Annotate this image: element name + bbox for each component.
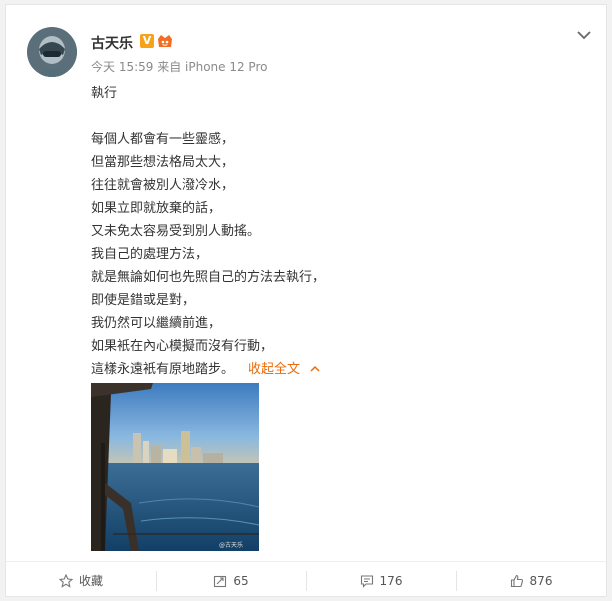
post-line: 執行 <box>91 86 118 101</box>
verified-badge-icon: V <box>140 34 154 48</box>
like-count: 876 <box>529 573 553 588</box>
post-line: 就是無論如何也先照自己的方法去執行， <box>91 270 326 285</box>
weibo-post-card: 古天乐 V 今天 15:59 来自 iPhone 12 Pro 執行 每個人都會… <box>5 4 607 597</box>
post-line: 又未免太容易受到別人動搖。 <box>91 224 261 239</box>
post-meta: 今天 15:59 来自 iPhone 12 Pro <box>91 60 268 74</box>
post-line: 如果衹在內心模擬而沒有行動， <box>91 339 274 354</box>
comment-icon <box>360 574 373 588</box>
repost-icon <box>214 575 227 587</box>
post-line: 往往就會被別人潑冷水， <box>91 178 235 193</box>
member-badge-icon <box>156 33 174 49</box>
post-body: 執行 每個人都會有一些靈感， 但當那些想法格局太大， 往往就會被別人潑冷水， 如… <box>91 82 571 381</box>
post-photo[interactable]: @古天乐 <box>91 383 259 551</box>
action-bar: 收藏 65 176 876 <box>6 561 606 599</box>
post-line-last: 這樣永遠衹有原地踏步。 收起全文 <box>91 358 571 381</box>
repost-count: 65 <box>233 573 249 588</box>
chevron-up-icon <box>310 358 320 381</box>
favorite-button[interactable]: 收藏 <box>6 562 156 599</box>
collapse-label: 收起全文 <box>248 362 301 377</box>
like-button[interactable]: 876 <box>456 562 606 599</box>
avatar[interactable] <box>27 27 77 77</box>
favorite-label: 收藏 <box>78 574 103 588</box>
collapse-text-link[interactable]: 收起全文 <box>248 362 320 377</box>
post-line-text: 這樣永遠衹有原地踏步。 <box>91 362 235 377</box>
star-icon <box>58 573 73 588</box>
post-line: 如果立即就放棄的話， <box>91 201 222 216</box>
chevron-down-icon[interactable] <box>574 27 594 43</box>
comment-button[interactable]: 176 <box>306 562 456 599</box>
repost-button[interactable]: 65 <box>156 562 306 599</box>
post-line: 即使是錯或是對， <box>91 293 196 308</box>
svg-text:@古天乐: @古天乐 <box>219 541 243 549</box>
post-line-gap <box>91 105 571 128</box>
post-line: 但當那些想法格局太大， <box>91 155 235 170</box>
username[interactable]: 古天乐 <box>91 33 133 53</box>
post-line: 每個人都會有一些靈感， <box>91 132 235 147</box>
comment-count: 176 <box>379 573 403 588</box>
thumbs-up-icon <box>510 574 523 587</box>
post-line: 我仍然可以繼續前進， <box>91 316 222 331</box>
post-line: 我自己的處理方法， <box>91 247 209 262</box>
